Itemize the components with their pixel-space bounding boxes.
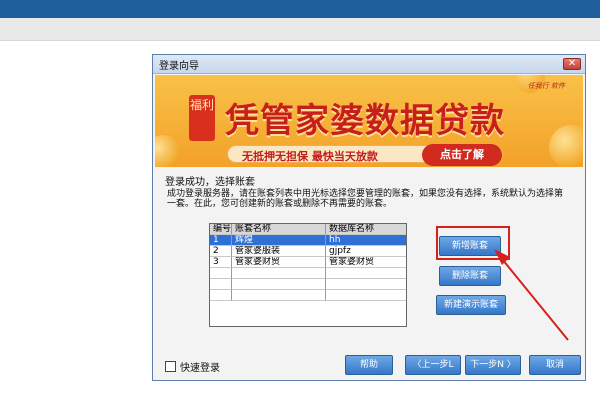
coin-decoration-right <box>549 125 583 167</box>
empty-cell <box>326 290 406 301</box>
row-account-name: 管家婆财贸 <box>232 257 326 268</box>
learn-more-button[interactable]: 点击了解 <box>422 144 502 166</box>
row-database-name: 管家婆财贸 <box>326 257 406 268</box>
close-button[interactable]: ✕ <box>563 58 581 70</box>
header-account-name: 账套名称 <box>232 224 326 235</box>
help-button[interactable]: 帮助 <box>345 355 393 375</box>
promo-banner[interactable]: 任我行 软件 福利 凭管家婆数据贷款 无抵押无担保 最快当天放款 点击了解 <box>155 75 583 167</box>
empty-cell <box>326 279 406 290</box>
app-toolbar-strip <box>0 18 600 41</box>
login-wizard-dialog: 登录向导 ✕ 任我行 软件 福利 凭管家婆数据贷款 无抵押无担保 最快当天放款 … <box>152 54 586 381</box>
empty-cell <box>210 279 232 290</box>
empty-cell <box>326 268 406 279</box>
header-database-name: 数据库名称 <box>326 224 406 235</box>
row-account-name: 管家婆服装 <box>232 246 326 257</box>
step-description: 成功登录服务器，请在账套列表中用光标选择您要管理的账套，如果您没有选择，系统默认… <box>167 189 564 209</box>
table-row-empty <box>210 268 406 279</box>
row-database-name: hh <box>326 235 406 246</box>
row-database-name: gjpfz <box>326 246 406 257</box>
row-account-name: 辉煌 <box>232 235 326 246</box>
delete-account-set-button[interactable]: 删除账套 <box>439 266 501 286</box>
row-number: 3 <box>210 257 232 268</box>
quick-login-label: 快速登录 <box>180 363 220 374</box>
step-heading: 登录成功，选择账套 <box>165 177 255 188</box>
header-number: 编号 <box>210 224 232 235</box>
previous-step-button[interactable]: 〈上一步L <box>405 355 461 375</box>
row-number: 1 <box>210 235 232 246</box>
app-top-bar <box>0 0 600 18</box>
coin-decoration-left <box>155 135 181 167</box>
empty-cell <box>210 290 232 301</box>
quick-login-checkbox[interactable]: 快速登录 <box>165 359 220 374</box>
table-row[interactable]: 1 辉煌 hh <box>210 235 406 246</box>
promo-tagline: 无抵押无担保 最快当天放款 <box>242 150 378 163</box>
table-header-row: 编号 账套名称 数据库名称 <box>210 224 406 235</box>
table-row[interactable]: 2 管家婆服装 gjpfz <box>210 246 406 257</box>
promo-tagline-pill: 无抵押无担保 最快当天放款 点击了解 <box>227 144 503 166</box>
empty-cell <box>232 279 326 290</box>
empty-cell <box>232 268 326 279</box>
promo-headline: 凭管家婆数据贷款 <box>225 101 505 141</box>
benefit-badge-text: 福利 <box>189 98 214 112</box>
empty-cell <box>232 290 326 301</box>
next-step-button[interactable]: 下一步N 〉 <box>465 355 521 375</box>
row-number: 2 <box>210 246 232 257</box>
empty-cell <box>210 268 232 279</box>
account-set-table[interactable]: 编号 账套名称 数据库名称 1 辉煌 hh 2 管家婆服装 gjpfz 3 管家… <box>209 223 407 327</box>
close-icon: ✕ <box>567 58 577 69</box>
dialog-title: 登录向导 <box>159 61 199 72</box>
new-demo-account-set-button[interactable]: 新建演示账套 <box>436 295 506 315</box>
brand-logo: 任我行 软件 <box>527 82 565 90</box>
annotation-highlight-box <box>436 226 510 260</box>
benefit-badge: 福利 <box>189 95 215 141</box>
cancel-button[interactable]: 取消 <box>529 355 581 375</box>
dialog-titlebar: 登录向导 ✕ <box>153 55 585 74</box>
table-row[interactable]: 3 管家婆财贸 管家婆财贸 <box>210 257 406 268</box>
checkbox-box[interactable] <box>165 361 176 372</box>
table-row-empty <box>210 279 406 290</box>
table-row-empty <box>210 290 406 301</box>
